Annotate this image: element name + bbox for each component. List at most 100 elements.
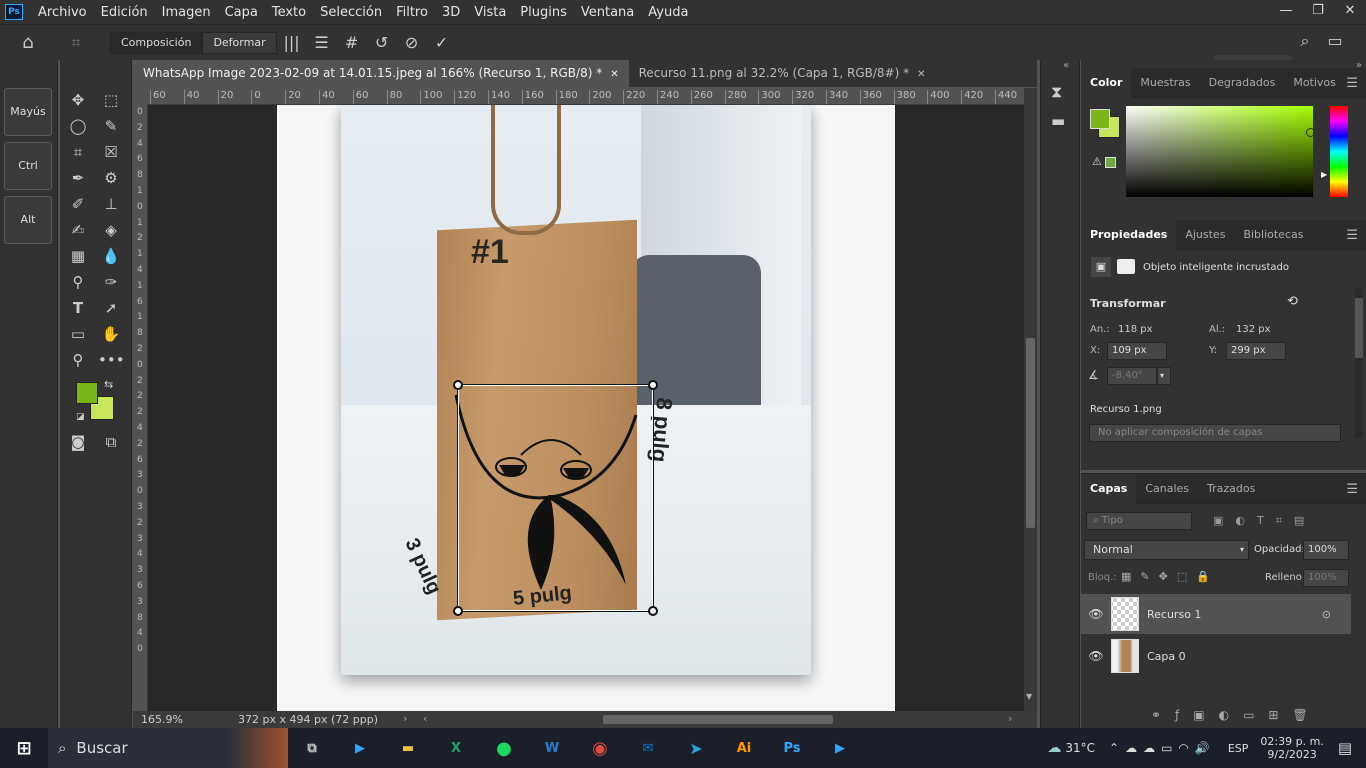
layer-name[interactable]: Recurso 1 bbox=[1147, 608, 1201, 621]
transform-handle-bl[interactable] bbox=[453, 606, 463, 616]
angle-dropdown-icon[interactable]: ▾ bbox=[1157, 367, 1171, 385]
color-fg-swatch[interactable] bbox=[1090, 109, 1110, 129]
home-icon[interactable]: ⌂ bbox=[0, 32, 56, 53]
reset-transform-icon[interactable]: ⟲ bbox=[1287, 294, 1298, 309]
split-horizontal-icon[interactable]: ☰ bbox=[307, 33, 337, 52]
hue-slider[interactable] bbox=[1330, 106, 1348, 197]
menu-archivo[interactable]: Archivo bbox=[31, 5, 94, 20]
app-icon-1[interactable]: ▶ bbox=[336, 728, 384, 768]
lasso-tool-icon[interactable]: ◯ bbox=[65, 114, 91, 138]
visibility-eye-icon[interactable]: 👁 bbox=[1081, 607, 1111, 621]
spotify-icon[interactable]: ● bbox=[480, 728, 528, 768]
split-vertical-icon[interactable]: ||| bbox=[277, 33, 307, 52]
lock-icons[interactable]: ▦✎✥⬚🔒 bbox=[1121, 570, 1219, 583]
transform-handle-tr[interactable] bbox=[648, 380, 658, 390]
eraser-tool-icon[interactable]: ◈ bbox=[98, 218, 124, 242]
shift-key-button[interactable]: Mayús bbox=[4, 88, 52, 136]
tab-propiedades[interactable]: Propiedades bbox=[1081, 219, 1177, 250]
history-brush-tool-icon[interactable]: ✍ bbox=[65, 218, 91, 242]
tab-trazados[interactable]: Trazados bbox=[1198, 474, 1264, 504]
deformar-button[interactable]: Deformar bbox=[202, 31, 277, 54]
search-icon[interactable]: ⌕ bbox=[1290, 31, 1320, 51]
layer-name[interactable]: Capa 0 bbox=[1147, 650, 1186, 663]
commit-transform-icon[interactable]: ✓ bbox=[427, 33, 457, 52]
gamut-swatch[interactable] bbox=[1105, 157, 1116, 168]
hue-slider-arrow-icon[interactable]: ▶ bbox=[1321, 170, 1327, 179]
pen-tool-icon[interactable]: ✑ bbox=[98, 270, 124, 294]
stamp-tool-icon[interactable]: ⊥ bbox=[98, 192, 124, 216]
language-indicator[interactable]: ESP bbox=[1228, 742, 1249, 755]
height-value[interactable]: 132 px bbox=[1236, 324, 1271, 335]
transform-bounding-box[interactable] bbox=[457, 384, 654, 612]
taskbar-search[interactable]: ⌕ Buscar bbox=[48, 728, 288, 768]
clock[interactable]: 02:39 p. m. 9/2/2023 bbox=[1260, 735, 1323, 761]
excel-icon[interactable]: X bbox=[432, 728, 480, 768]
panel-menu-icon[interactable]: ☰ bbox=[1346, 228, 1358, 243]
path-select-tool-icon[interactable]: ➚ bbox=[98, 296, 124, 320]
workspace-icon[interactable]: ▭ bbox=[1320, 31, 1350, 50]
properties-scrollbar[interactable] bbox=[1355, 288, 1363, 438]
panel-menu-icon[interactable]: ☰ bbox=[1346, 76, 1358, 91]
patch-tool-icon[interactable]: ⚙ bbox=[98, 166, 124, 190]
rectangle-tool-icon[interactable]: ▭ bbox=[65, 322, 91, 346]
layer-actions-bar[interactable]: ⚭ƒ▣◐▭⊞🗑 bbox=[1151, 708, 1322, 722]
reset-warp-icon[interactable]: ↺ bbox=[367, 33, 397, 52]
menu-seleccion[interactable]: Selección bbox=[313, 5, 389, 20]
illustrator-icon[interactable]: Ai bbox=[720, 728, 768, 768]
tab-canales[interactable]: Canales bbox=[1136, 474, 1198, 504]
close-button[interactable]: ✕ bbox=[1334, 0, 1366, 24]
photoshop-logo[interactable]: Ps bbox=[5, 4, 23, 20]
scroll-left-icon[interactable]: ‹ bbox=[423, 712, 427, 725]
zoom-tool-icon[interactable]: ⚲ bbox=[65, 348, 91, 372]
tab-bibliotecas[interactable]: Bibliotecas bbox=[1234, 220, 1312, 250]
layer-row-recurso-1[interactable]: 👁 Recurso 1 ⊙ bbox=[1081, 594, 1351, 634]
comments-panel-icon[interactable]: ▬ bbox=[1051, 112, 1065, 130]
menu-3d[interactable]: 3D bbox=[435, 5, 467, 20]
menu-capa[interactable]: Capa bbox=[218, 5, 265, 20]
visibility-eye-icon[interactable]: 👁 bbox=[1081, 649, 1111, 663]
menu-imagen[interactable]: Imagen bbox=[155, 5, 218, 20]
transform-handle-br[interactable] bbox=[648, 606, 658, 616]
status-menu-icon[interactable]: › bbox=[403, 712, 407, 725]
frame-tool-icon[interactable]: ☒ bbox=[98, 140, 124, 164]
opacity-field[interactable]: 100% bbox=[1303, 540, 1349, 560]
photoshop-icon[interactable]: Ps bbox=[768, 728, 816, 768]
tray-icons[interactable]: ⌃☁☁▭◠🔊 bbox=[1109, 741, 1216, 755]
notifications-icon[interactable]: ▤ bbox=[1338, 739, 1352, 757]
gamut-warning-icon[interactable]: ⚠ bbox=[1092, 155, 1102, 168]
fill-field[interactable]: 100% bbox=[1303, 569, 1349, 587]
expand-arrow-icon[interactable]: « bbox=[1063, 60, 1069, 71]
chrome-icon[interactable]: ◉ bbox=[576, 728, 624, 768]
filter-icons[interactable]: ▣◐T⌗▤ bbox=[1213, 514, 1316, 528]
scroll-down-icon[interactable]: ▼ bbox=[1026, 692, 1032, 701]
blur-tool-icon[interactable]: 💧 bbox=[98, 244, 124, 268]
hand-tool-icon[interactable]: ✋ bbox=[98, 322, 124, 346]
windows-start-icon[interactable]: ⊞ bbox=[0, 728, 48, 768]
cancel-transform-icon[interactable]: ⊘ bbox=[397, 33, 427, 52]
menu-texto[interactable]: Texto bbox=[265, 5, 313, 20]
tab-whatsapp-image[interactable]: WhatsApp Image 2023-02-09 at 14.01.15.jp… bbox=[133, 60, 629, 87]
transform-handle-tl[interactable] bbox=[453, 380, 463, 390]
vertical-scrollbar[interactable]: ▼ bbox=[1024, 88, 1037, 711]
maximize-button[interactable]: ❐ bbox=[1302, 0, 1334, 24]
move-tool-icon[interactable]: ✥ bbox=[65, 88, 91, 112]
saturation-field[interactable] bbox=[1126, 106, 1313, 197]
horizontal-scroll-thumb[interactable] bbox=[603, 715, 833, 724]
more-tools-icon[interactable]: ••• bbox=[98, 348, 125, 372]
outlook-icon[interactable]: ✉ bbox=[624, 728, 672, 768]
layer-filter-input[interactable]: ⌕ Tipo bbox=[1086, 512, 1192, 530]
weather-temp[interactable]: 31°C bbox=[1065, 741, 1095, 755]
menu-plugins[interactable]: Plugins bbox=[513, 5, 574, 20]
tab-muestras[interactable]: Muestras bbox=[1131, 68, 1199, 98]
zoom-level[interactable]: 165.9% bbox=[141, 713, 183, 726]
menu-ayuda[interactable]: Ayuda bbox=[641, 5, 695, 20]
tab-degradados[interactable]: Degradados bbox=[1200, 68, 1285, 98]
file-explorer-icon[interactable]: ▬ bbox=[384, 728, 432, 768]
vertical-scroll-thumb[interactable] bbox=[1026, 338, 1035, 528]
menu-filtro[interactable]: Filtro bbox=[389, 5, 435, 20]
angle-field[interactable]: -8.40° bbox=[1107, 367, 1157, 385]
brush-tool-icon[interactable]: ✐ bbox=[65, 192, 91, 216]
task-view-icon[interactable]: ⧉ bbox=[288, 728, 336, 768]
scroll-right-icon[interactable]: › bbox=[1008, 712, 1012, 725]
quick-select-tool-icon[interactable]: ✎ bbox=[98, 114, 124, 138]
